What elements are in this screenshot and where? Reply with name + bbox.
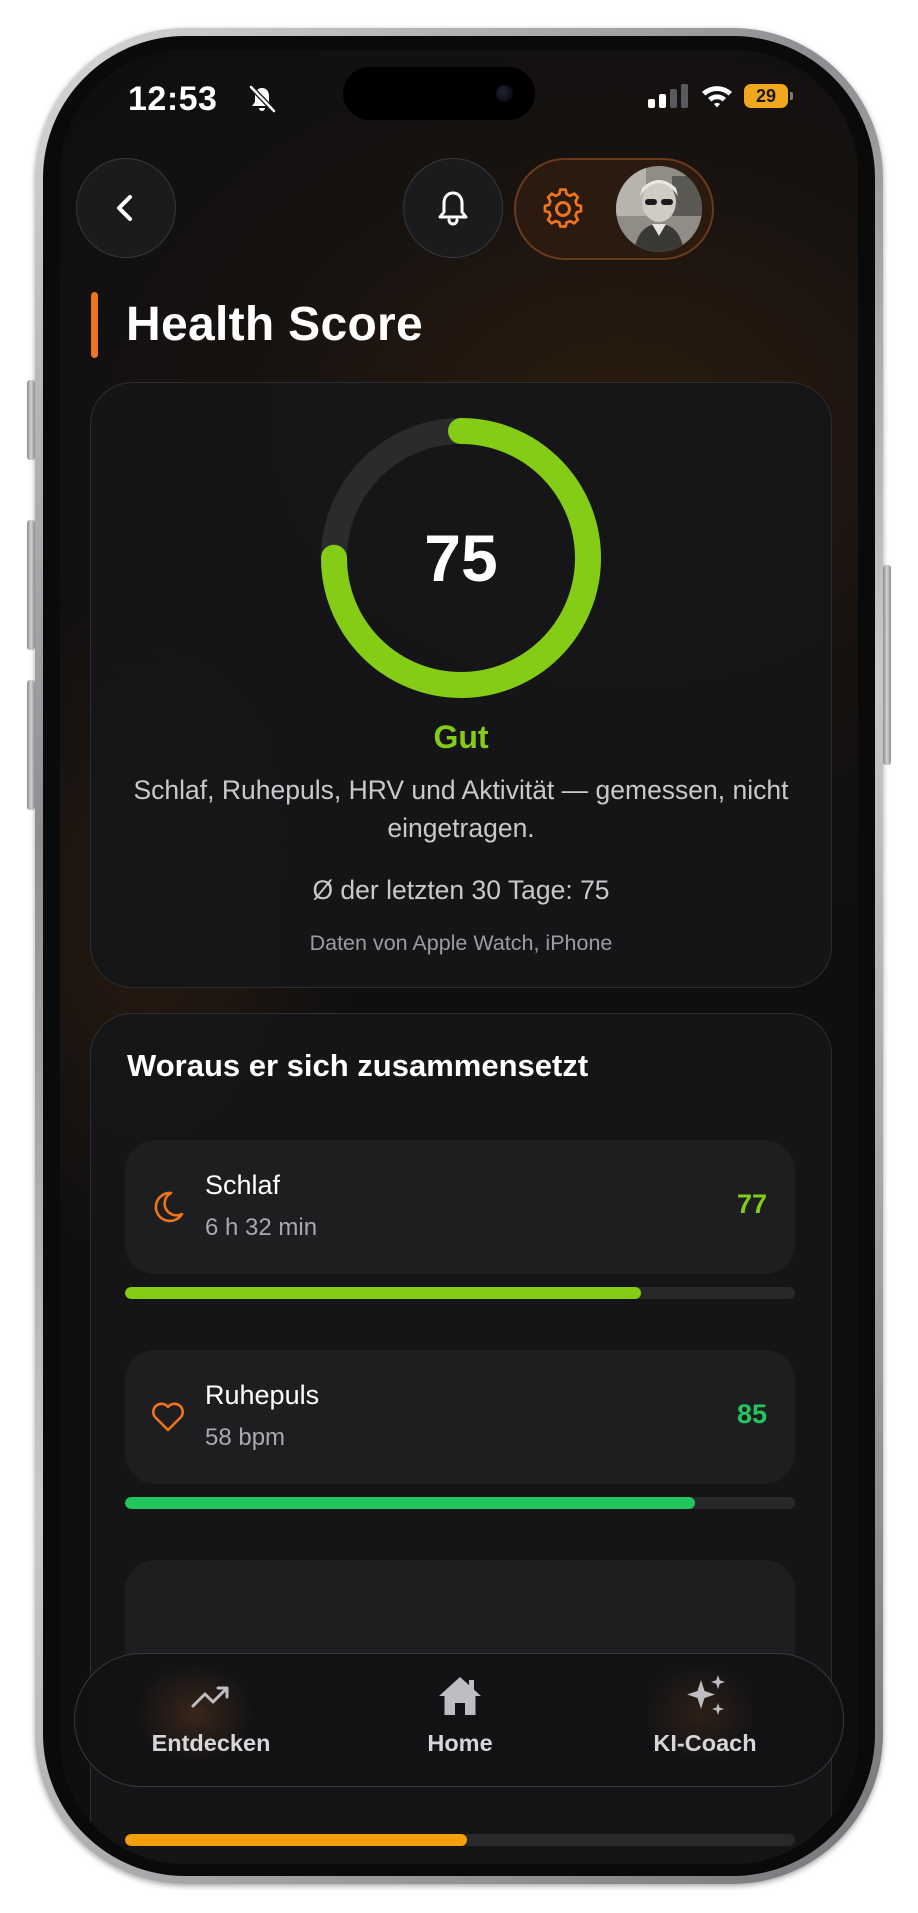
- moon-icon: [154, 1191, 184, 1223]
- metric-bar-fill: [125, 1834, 467, 1846]
- trending-up-icon: [191, 1686, 229, 1708]
- power-button: [883, 565, 891, 765]
- metric-detail: 6 h 32 min: [205, 1214, 318, 1241]
- front-camera: [496, 85, 513, 102]
- metric-bar-fill: [125, 1497, 695, 1509]
- metric-name: Schlaf: [205, 1170, 281, 1200]
- action-button: [27, 380, 35, 460]
- battery-indicator: 29: [744, 84, 793, 108]
- metric-name: Ruhepuls: [205, 1380, 320, 1410]
- gear-icon: [543, 188, 583, 228]
- chevron-left-icon: [117, 195, 132, 221]
- health-score-card: 75 Gut Schlaf, Ruhepuls, HRV und Aktivit…: [90, 382, 832, 988]
- notifications-button[interactable]: [403, 158, 503, 258]
- status-time: 12:53: [128, 80, 218, 118]
- tab-home[interactable]: Home: [360, 1672, 560, 1772]
- volume-down-button: [27, 680, 35, 810]
- back-button[interactable]: [76, 158, 176, 258]
- sparkles-icon: [687, 1675, 725, 1715]
- tab-label: Home: [427, 1730, 493, 1756]
- avatar: [616, 166, 702, 252]
- title-accent-bar: [91, 292, 98, 358]
- home-icon: [439, 1677, 481, 1715]
- metric-score: 77: [736, 1189, 767, 1219]
- metric-sleep[interactable]: Schlaf 6 h 32 min 77: [125, 1140, 795, 1274]
- avatar-photo: [616, 166, 702, 252]
- tab-label: KI-Coach: [653, 1730, 757, 1756]
- signal-icon: [648, 84, 688, 108]
- metric-third-bar: [125, 1834, 795, 1846]
- metric-sleep-bar: [125, 1287, 795, 1299]
- tab-entdecken[interactable]: Entdecken: [111, 1672, 311, 1772]
- metric-resting-heart-rate-bar: [125, 1497, 795, 1509]
- tab-ki-coach[interactable]: KI-Coach: [605, 1672, 805, 1772]
- components-title: Woraus er sich zusammensetzt: [127, 1048, 589, 1083]
- bell-slash-icon: [249, 85, 276, 113]
- bell-icon: [438, 191, 468, 226]
- page-title: Health Score: [126, 298, 424, 351]
- wifi-icon: [702, 86, 732, 108]
- volume-up-button: [27, 520, 35, 650]
- app-screen: 12:53 29 Health Score 75 Gut Schlaf, Ruh…: [60, 50, 858, 1864]
- score-value: 75: [424, 521, 498, 595]
- metric-resting-heart-rate[interactable]: Ruhepuls 58 bpm 85: [125, 1350, 795, 1484]
- metric-detail: 58 bpm: [205, 1424, 286, 1451]
- tab-bar: Entdecken Home KI-Coach: [74, 1653, 844, 1787]
- score-rating: Gut: [433, 719, 489, 755]
- settings-profile-button[interactable]: [514, 158, 714, 260]
- score-description: Schlaf, Ruhepuls, HRV und Aktivität — ge…: [133, 775, 789, 843]
- status-indicators: 29: [648, 83, 793, 109]
- score-ring: 75: [316, 413, 606, 703]
- score-average: Ø der letzten 30 Tage: 75: [312, 875, 610, 905]
- tab-label: Entdecken: [151, 1730, 271, 1756]
- data-source: Daten von Apple Watch, iPhone: [309, 931, 613, 955]
- dynamic-island: [343, 67, 535, 120]
- metric-bar-fill: [125, 1287, 641, 1299]
- metric-score: 85: [736, 1399, 767, 1429]
- heart-icon: [152, 1402, 184, 1432]
